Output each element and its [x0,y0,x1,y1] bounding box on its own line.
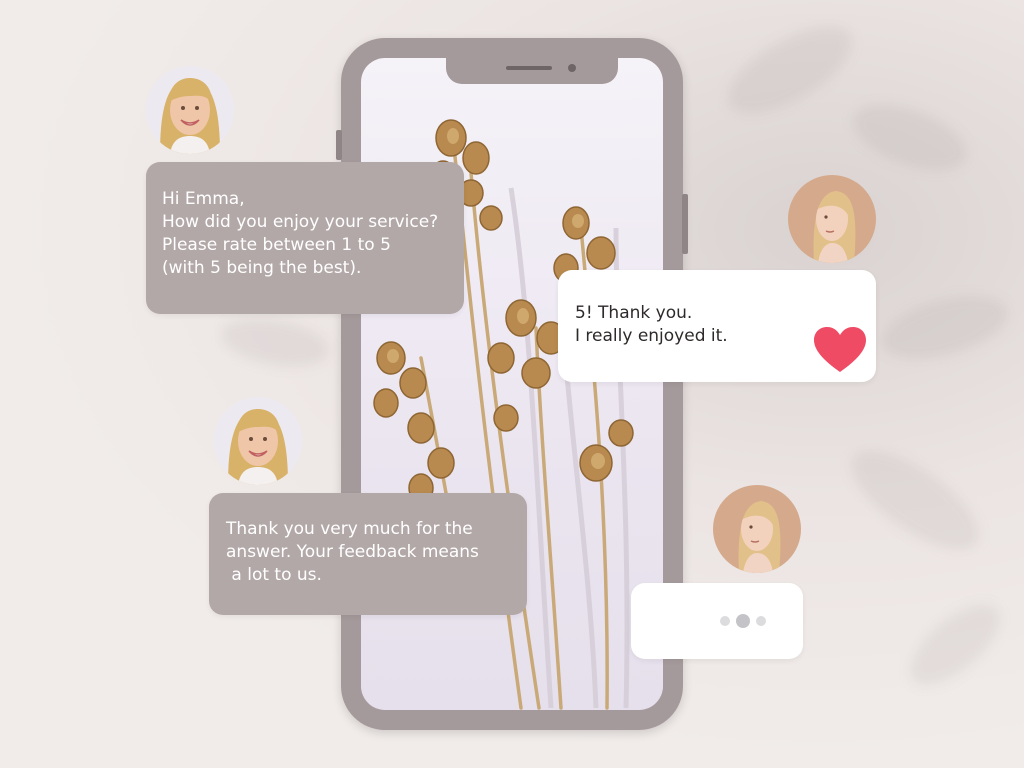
chat-bubble-thank-you: Thank you very much for the answer. Your… [209,493,527,615]
typing-dot [736,614,750,628]
message-line: (with 5 being the best). [162,258,362,278]
message-line: Please rate between 1 to 5 [162,235,391,255]
emma-avatar [713,485,801,573]
message-line: I really enjoyed it. [575,326,728,346]
speaker-grille [506,66,552,70]
message-line: Hi Emma, [162,189,245,209]
chat-bubble-rating-request: Hi Emma, How did you enjoy your service?… [146,162,464,314]
heart-icon [814,327,866,372]
business-avatar [214,397,302,485]
message-line: Thank you very much for the [226,519,473,539]
message-line: How did you enjoy your service? [162,212,439,232]
phone-power-button [682,194,688,254]
business-avatar [146,66,234,154]
chat-bubble-typing [631,583,803,659]
message-line: answer. Your feedback means [226,542,479,562]
camera-icon [568,64,576,72]
message-line: a lot to us. [226,565,322,585]
typing-dot [720,616,730,626]
phone-notch [446,58,618,84]
message-line: 5! Thank you. [575,303,693,323]
typing-indicator-icon [720,614,766,628]
typing-dot [756,616,766,626]
phone-side-button [336,130,342,160]
emma-avatar [788,175,876,263]
chat-bubble-emma-reply: 5! Thank you. I really enjoyed it. [558,270,876,382]
